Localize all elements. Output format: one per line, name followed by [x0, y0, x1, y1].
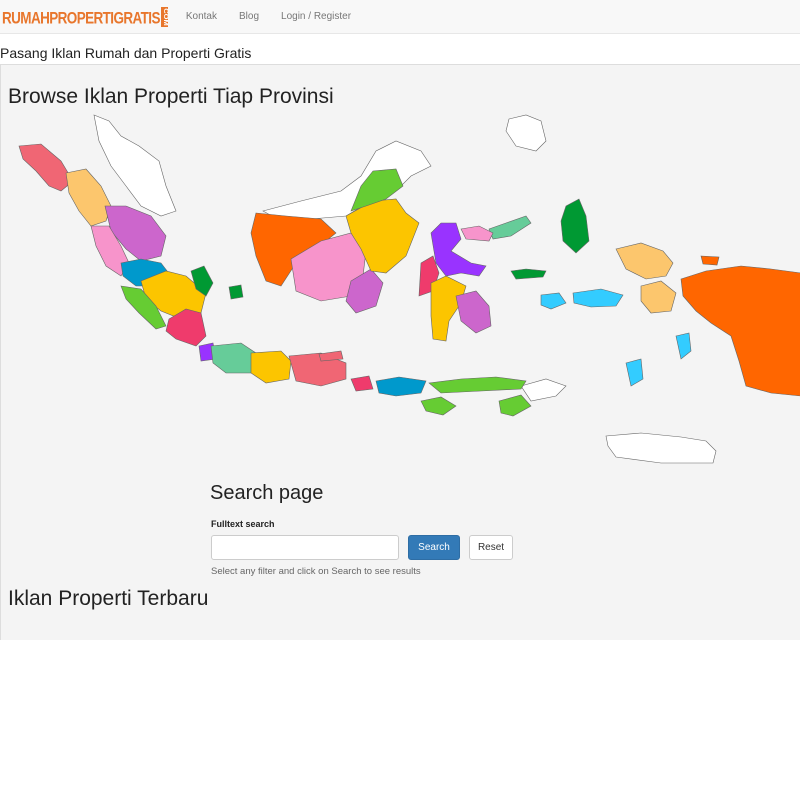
map-province-jawa-tengah[interactable] [250, 350, 292, 384]
map-region-philippines [505, 114, 547, 152]
map-province-sulawesi-tenggara[interactable] [455, 290, 492, 334]
map-island-timor [498, 394, 532, 417]
map-island-seram [572, 288, 624, 308]
map-province-papua-barat[interactable] [615, 242, 674, 280]
brand-text: RUMAHPROPERTIGRATIS [2, 7, 160, 26]
map-island-biak [700, 255, 720, 266]
nav-link-login-register[interactable]: Login / Register [281, 11, 351, 22]
fulltext-search-input[interactable] [211, 535, 399, 560]
indonesia-province-map [18, 114, 800, 464]
map-province-ntb[interactable] [375, 376, 427, 397]
nav-links: Kontak Blog Login / Register [186, 11, 373, 22]
map-section-title: Browse Iklan Properti Tiap Provinsi [8, 85, 334, 108]
brand-badge: COM [160, 6, 168, 27]
search-help-text: Select any filter and click on Search to… [211, 566, 421, 577]
map-province-gorontalo[interactable] [460, 225, 494, 242]
latest-listings-title: Iklan Properti Terbaru [8, 587, 209, 610]
page-tagline: Pasang Iklan Rumah dan Properti Gratis [0, 45, 252, 61]
nav-link-blog[interactable]: Blog [239, 11, 259, 22]
map-province-ntt[interactable] [428, 376, 527, 394]
map-province-bali[interactable] [350, 375, 374, 392]
search-button[interactable]: Search [408, 535, 460, 560]
nav-link-kontak[interactable]: Kontak [186, 11, 217, 22]
map-region-australia-north [605, 432, 717, 464]
map-province-maluku[interactable] [540, 292, 567, 310]
map-province-jawa-barat[interactable] [210, 342, 257, 374]
map-island-tanimbar [625, 358, 644, 387]
map-province-aceh[interactable] [18, 143, 74, 192]
map-island-aru [675, 332, 692, 360]
map-island-sula [510, 268, 547, 280]
brand-logo[interactable]: RUMAHPROPERTIGRATIS COM [0, 0, 168, 38]
navbar: RUMAHPROPERTIGRATIS COM Kontak Blog Login… [0, 0, 800, 34]
main-content: Browse Iklan Properti Tiap Provinsi Sear… [0, 64, 800, 640]
map-island-papua-barat-south [640, 280, 677, 314]
map-province-papua[interactable] [680, 265, 800, 397]
search-title: Search page [210, 482, 324, 504]
map-province-sulawesi-utara[interactable] [488, 215, 532, 240]
map-region-borneo-north [262, 140, 432, 222]
map-island-belitung [228, 284, 244, 300]
map-island-sumba [420, 396, 457, 416]
reset-button[interactable]: Reset [469, 535, 513, 560]
fulltext-label: Fulltext search [211, 519, 275, 529]
map-region-timor-east [520, 378, 567, 402]
map-province-sumatera-utara[interactable] [65, 168, 112, 227]
map-island-madura [318, 350, 344, 362]
map-province-maluku-utara[interactable] [560, 198, 590, 254]
